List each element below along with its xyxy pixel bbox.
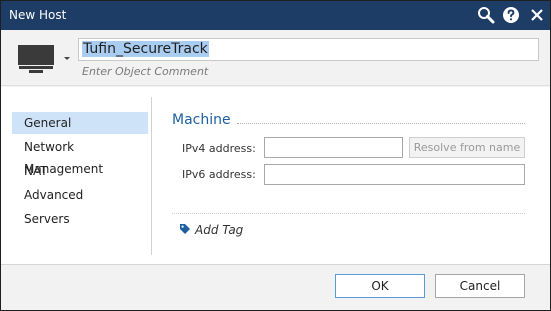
add-tag-link[interactable]: Add Tag bbox=[195, 223, 243, 237]
tags-divider bbox=[172, 213, 525, 214]
cancel-button[interactable]: Cancel bbox=[435, 274, 525, 298]
resolve-from-name-button[interactable]: Resolve from name bbox=[409, 137, 525, 158]
ipv6-label: IPv6 address: bbox=[182, 168, 256, 181]
new-host-dialog: New Host Tufin_SecureTrack Enter Object … bbox=[0, 0, 551, 311]
ipv4-label: IPv4 address: bbox=[182, 142, 256, 155]
dialog-footer: OK Cancel bbox=[1, 264, 550, 310]
host-monitor-icon[interactable] bbox=[17, 42, 55, 76]
help-icon[interactable] bbox=[502, 6, 520, 24]
tag-icon[interactable] bbox=[179, 223, 191, 235]
sidebar-divider bbox=[151, 97, 152, 255]
chevron-down-icon[interactable] bbox=[64, 57, 70, 60]
comment-field[interactable]: Enter Object Comment bbox=[82, 65, 208, 78]
object-name-value: Tufin_SecureTrack bbox=[82, 41, 209, 57]
sidebar-item-advanced[interactable]: Advanced bbox=[12, 184, 148, 206]
window-title: New Host bbox=[9, 8, 67, 22]
sidebar-item-nat[interactable]: NAT bbox=[12, 160, 148, 182]
sidebar-item-general[interactable]: General bbox=[12, 112, 148, 134]
machine-section-title: Machine bbox=[172, 112, 231, 128]
main-panel: Machine IPv4 address: Resolve from name … bbox=[153, 87, 550, 264]
sidebar-item-servers[interactable]: Servers bbox=[12, 208, 148, 230]
search-icon[interactable] bbox=[477, 6, 495, 24]
sidebar-item-network-management[interactable]: Network Management bbox=[12, 136, 148, 176]
ipv6-input[interactable] bbox=[264, 164, 525, 185]
title-bar: New Host bbox=[1, 1, 550, 30]
sidebar: General Network Management NAT Advanced … bbox=[1, 87, 153, 264]
close-icon[interactable] bbox=[528, 6, 546, 24]
ok-button[interactable]: OK bbox=[335, 274, 425, 298]
object-header: Tufin_SecureTrack Enter Object Comment bbox=[1, 30, 550, 86]
object-name-input[interactable]: Tufin_SecureTrack bbox=[78, 38, 539, 61]
ipv4-input[interactable] bbox=[264, 137, 403, 158]
section-divider bbox=[237, 123, 525, 124]
